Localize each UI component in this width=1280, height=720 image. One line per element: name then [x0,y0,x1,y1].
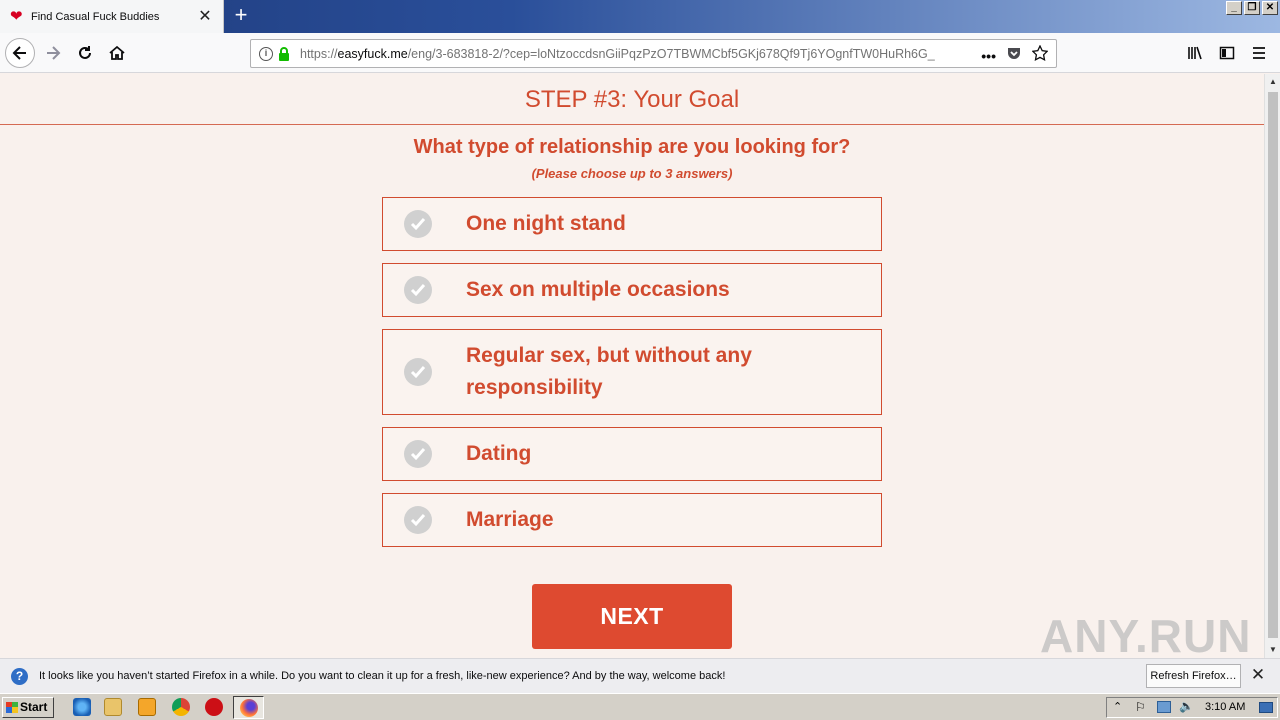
option-label: Marriage [466,508,554,531]
checkmark-icon [404,506,432,534]
question-icon: ? [11,667,28,685]
next-button[interactable]: NEXT [532,584,732,649]
new-tab-plus-icon[interactable]: + [229,4,253,28]
notification-message: It looks like you haven’t started Firefo… [39,670,726,682]
address-bar[interactable]: i https://easyfuck.me/eng/3-683818-2/?ce… [250,39,1057,68]
option-dating[interactable]: Dating [382,427,882,481]
toolbar-right [1184,38,1270,68]
option-label: Regular sex, but without any responsibil… [466,344,752,399]
heart-icon: ❤ [10,7,23,25]
checkmark-icon [404,210,432,238]
refresh-firefox-button[interactable]: Refresh Firefox… [1146,664,1241,688]
option-label: Dating [466,442,532,465]
option-label: One night stand [466,212,626,235]
checkmark-icon [404,276,432,304]
notification-close-icon[interactable]: ✕ [1250,666,1266,683]
home-button[interactable] [102,38,132,68]
network-icon[interactable] [1157,701,1171,713]
chrome-icon[interactable] [172,698,190,716]
back-arrow-icon [12,46,26,60]
notification-bar: ? It looks like you haven’t started Fire… [0,658,1280,693]
tab-strip: ❤ Find Casual Fuck Buddies ✕ + _ ❐ ✕ [0,0,1280,33]
option-one-night-stand[interactable]: One night stand [382,197,882,251]
opera-icon[interactable] [205,698,223,716]
reload-button[interactable] [70,38,100,68]
flag-icon[interactable]: ⚐ [1135,700,1146,714]
page-scrollbar[interactable]: ▲ ▼ [1264,74,1280,658]
question-heading: What type of relationship are you lookin… [413,136,851,158]
close-window-button[interactable]: ✕ [1262,1,1278,15]
page-content: STEP #3: Your Goal What type of relation… [0,74,1264,658]
tab-active[interactable]: ❤ Find Casual Fuck Buddies ✕ [0,0,224,33]
folder-icon[interactable] [104,698,122,716]
lock-icon[interactable] [278,46,290,61]
show-desktop-icon[interactable] [1259,702,1273,713]
forward-arrow-icon [47,46,61,60]
navigation-toolbar: i https://easyfuck.me/eng/3-683818-2/?ce… [0,33,1280,73]
back-button[interactable] [5,38,35,68]
restore-button[interactable]: ❐ [1244,1,1260,15]
menu-hamburger-icon[interactable] [1248,38,1270,68]
page-actions-icon[interactable]: ••• [981,48,996,64]
system-tray: ⌃ ⚐ 🔈 3:10 AM [1106,697,1278,718]
media-player-icon[interactable] [138,698,156,716]
checkmark-icon [404,358,432,386]
pocket-icon[interactable] [1006,45,1022,66]
taskbar: Start ⌃ ⚐ 🔈 3:10 AM [0,693,1280,720]
option-marriage[interactable]: Marriage [382,493,882,547]
reload-icon [79,46,91,59]
library-icon[interactable] [1184,38,1206,68]
firefox-icon [240,699,258,717]
tab-close-icon[interactable]: ✕ [197,8,213,25]
home-icon [109,45,125,60]
watermark-logo: ANY.RUN [1040,610,1252,658]
tab-title: Find Casual Fuck Buddies [31,10,160,23]
site-info-icon[interactable]: i [259,46,273,61]
scroll-thumb[interactable] [1268,92,1278,638]
clock[interactable]: 3:10 AM [1205,698,1245,717]
bookmark-star-icon[interactable] [1031,44,1049,66]
internet-explorer-icon[interactable] [73,698,91,716]
scroll-down-arrow-icon[interactable]: ▼ [1265,642,1280,658]
start-button[interactable]: Start [2,697,54,718]
forward-button[interactable] [38,38,68,68]
option-regular-no-responsibility[interactable]: Regular sex, but without any responsibil… [382,329,882,415]
start-label: Start [20,700,48,714]
option-label: Sex on multiple occasions [466,278,730,301]
tray-expand-icon[interactable]: ⌃ [1113,700,1122,713]
url-text[interactable]: https://easyfuck.me/eng/3-683818-2/?cep=… [300,47,960,61]
scroll-up-arrow-icon[interactable]: ▲ [1265,74,1280,90]
taskbar-firefox-active[interactable] [233,696,264,719]
answer-hint: (Please choose up to 3 answers) [531,166,733,181]
checkmark-icon [404,440,432,468]
option-multiple-occasions[interactable]: Sex on multiple occasions [382,263,882,317]
divider [0,124,1264,125]
windows-logo-icon [6,702,18,713]
speaker-icon[interactable]: 🔈 [1179,699,1194,713]
sidebar-icon[interactable] [1216,38,1238,68]
window-controls: _ ❐ ✕ [1226,1,1278,15]
step-title: STEP #3: Your Goal [524,86,740,113]
minimize-button[interactable]: _ [1226,1,1242,15]
